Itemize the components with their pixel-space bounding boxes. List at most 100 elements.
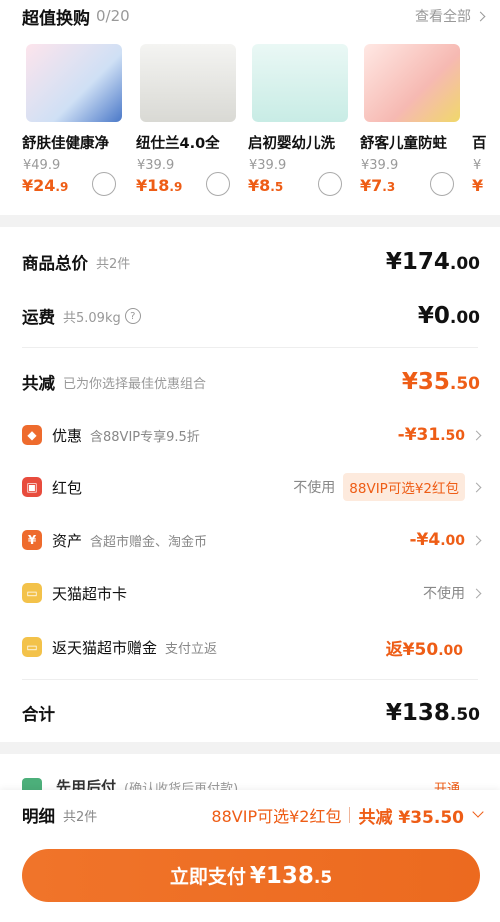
detail-label: 明细: [22, 807, 55, 826]
swap-product[interactable]: 纽仕兰4.0全 ¥39.9 ¥18.9: [136, 44, 248, 204]
amount-dec: .00: [438, 642, 463, 659]
amount-dec: .50: [440, 428, 465, 444]
discount-sub: 含88VIP专享9.5折: [90, 429, 200, 445]
yuan-icon: ¥: [22, 530, 42, 550]
swap-title: 超值换购: [22, 8, 90, 29]
pay-now-button[interactable]: 立即支付 ¥138.5: [22, 849, 480, 902]
assets-sub: 含超市赠金、淘金币: [90, 534, 208, 550]
checkout-page: 超值换购 0/20 查看全部 舒肤佳健康净 ¥49.9 ¥24.9 纽仕兰4.0…: [0, 0, 500, 922]
product-price: ¥18.9: [136, 176, 182, 195]
goods-total-row: 商品总价 共2件 ¥174.00: [22, 247, 480, 277]
amount-int: ¥138: [385, 700, 450, 726]
product-name: 舒客儿童防蛀: [360, 136, 447, 152]
card-icon: ▭: [22, 583, 42, 603]
price-dec: .9: [169, 180, 183, 194]
amount-dec: .50: [449, 374, 480, 394]
swap-product[interactable]: 启初婴幼儿洗 ¥39.9 ¥8.5: [248, 44, 360, 204]
swap-count: 0/20: [96, 7, 130, 25]
tmall-card-not-use: 不使用: [423, 586, 465, 602]
cashback-row: ▭ 返天猫超市赠金 支付立返 返¥50.00: [22, 633, 480, 661]
bottom-bar: 明细 共2件 88VIP可选¥2红包 共减 ¥35.50 立即支付 ¥138.5: [0, 790, 500, 922]
product-original-price: ¥49.9: [23, 158, 61, 173]
assets-label: 资产: [52, 531, 83, 550]
product-price: ¥8.5: [248, 176, 283, 195]
total-reduce-row: 共减 已为你选择最佳优惠组合 ¥35.50: [22, 367, 480, 397]
product-original-price: ¥39.9: [361, 158, 399, 173]
vip-red-packet-tag[interactable]: 88VIP可选¥2红包: [343, 473, 465, 501]
product-name: 百: [472, 136, 487, 152]
chevron-down-icon[interactable]: [472, 806, 484, 818]
swap-product[interactable]: 舒肤佳健康净 ¥49.9 ¥24.9: [22, 44, 134, 204]
separator: [349, 807, 351, 823]
total-saved: 共减 ¥35.50: [358, 807, 464, 828]
red-packet-row[interactable]: ▣ 红包 不使用 88VIP可选¥2红包: [22, 473, 482, 501]
swap-product[interactable]: 百 ¥ ¥: [472, 44, 500, 204]
amount-int: ¥35: [401, 369, 450, 395]
discount-row[interactable]: ◆ 优惠 含88VIP专享9.5折 -¥31.50: [22, 421, 482, 449]
chevron-right-icon: [471, 588, 482, 598]
assets-row[interactable]: ¥ 资产 含超市赠金、淘金币 -¥4.00: [22, 526, 482, 554]
reduce-label: 共减: [22, 374, 55, 393]
product-original-price: ¥39.9: [137, 158, 175, 173]
tag-icon: ◆: [22, 425, 42, 445]
goods-total-sub: 共2件: [96, 256, 131, 272]
swap-product[interactable]: 舒客儿童防蛀 ¥39.9 ¥7.3: [360, 44, 472, 204]
amount-int: ¥138: [249, 862, 314, 889]
product-name: 启初婴幼儿洗: [248, 136, 335, 152]
shipping-row: 运费 共5.09kg ? ¥0.00: [22, 301, 480, 331]
price-int: ¥18: [136, 176, 170, 195]
product-name: 纽仕兰4.0全: [136, 136, 220, 152]
select-radio[interactable]: [92, 172, 116, 196]
cashback-sub: 支付立返: [165, 641, 218, 657]
amount-int: -¥31: [397, 425, 441, 445]
amount-int: ¥174: [385, 249, 450, 275]
detail-row[interactable]: 明细 共2件 88VIP可选¥2红包 共减 ¥35.50: [22, 802, 484, 828]
sum-label: 合计: [22, 705, 55, 724]
pay-button-amount: ¥138.5: [250, 863, 332, 889]
shipping-amount: ¥0.00: [418, 303, 480, 329]
red-packet-label: 红包: [52, 478, 83, 497]
chevron-right-icon: [471, 482, 482, 492]
help-icon[interactable]: ?: [124, 308, 141, 324]
product-image: [364, 44, 460, 122]
amount-int: ¥0: [417, 303, 450, 329]
price-dec: .9: [55, 180, 69, 194]
price-int: ¥7: [360, 176, 383, 195]
sum-row: 合计 ¥138.50: [22, 697, 480, 729]
cashback-amount: 返¥50.00: [386, 635, 463, 660]
product-original-price: ¥39.9: [249, 158, 287, 173]
swap-header: 超值换购 0/20 查看全部: [22, 4, 486, 29]
goods-total-label: 商品总价: [22, 254, 88, 273]
amount-dec: .50: [449, 705, 480, 725]
detail-count: 共2件: [63, 809, 98, 825]
cashback-label: 返天猫超市赠金: [52, 638, 158, 657]
chevron-right-icon: [475, 11, 486, 21]
view-all-label: 查看全部: [415, 9, 471, 25]
discount-label: 优惠: [52, 426, 83, 445]
amount-dec: .00: [449, 254, 480, 274]
amount-int: -¥4: [409, 530, 441, 550]
shipping-label: 运费: [22, 308, 55, 327]
divider: [22, 679, 478, 680]
view-all-link[interactable]: 查看全部: [415, 6, 486, 26]
goods-total-amount: ¥174.00: [386, 249, 480, 275]
reduce-sub: 已为你选择最佳优惠组合: [63, 376, 207, 392]
sum-amount: ¥138.50: [386, 700, 480, 726]
tmall-card-label: 天猫超市卡: [52, 584, 128, 603]
product-image: [26, 44, 122, 122]
select-radio[interactable]: [206, 172, 230, 196]
product-price: ¥7.3: [360, 176, 395, 195]
price-dec: .3: [382, 180, 396, 194]
product-image: [140, 44, 236, 122]
tmall-card-row[interactable]: ▭ 天猫超市卡 不使用: [22, 579, 482, 607]
discount-amount: -¥31.50: [398, 425, 465, 445]
gift-card-icon: ▭: [22, 637, 42, 657]
red-packet-not-use: 不使用: [293, 480, 336, 496]
product-name: 舒肤佳健康净: [22, 136, 109, 152]
amount-dec: .00: [440, 533, 465, 549]
select-radio[interactable]: [318, 172, 342, 196]
reduce-amount: ¥35.50: [402, 369, 480, 395]
red-packet-icon: ▣: [22, 477, 42, 497]
select-radio[interactable]: [430, 172, 454, 196]
amount-dec: .5: [313, 867, 333, 888]
